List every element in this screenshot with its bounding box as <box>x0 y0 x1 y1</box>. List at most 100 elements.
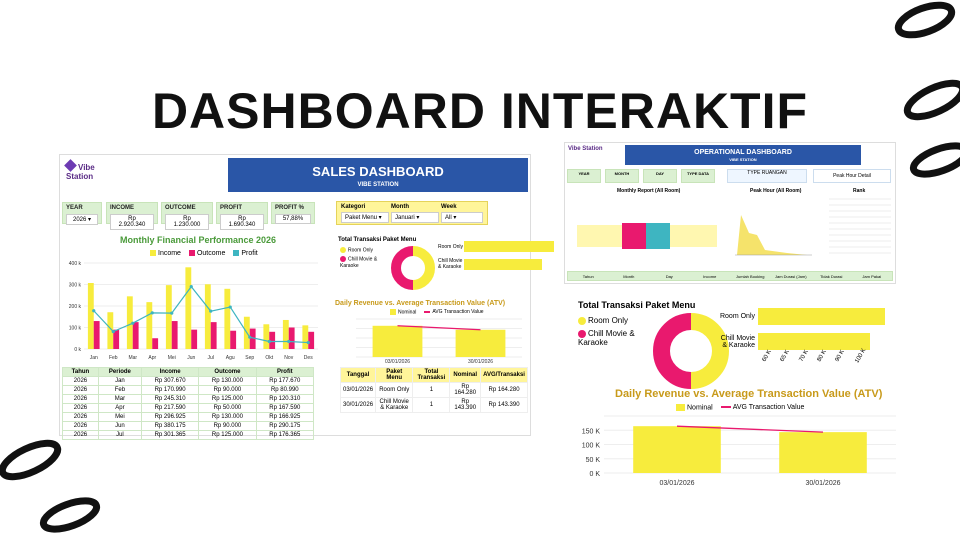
y-tick-label: 0 k <box>74 347 81 353</box>
y-tick-label: 50 K <box>586 457 601 464</box>
table-cell: Rp 90.000 <box>198 385 257 395</box>
table-cell: Rp 296.925 <box>140 412 200 422</box>
y-tick-label: 200 k <box>69 304 82 310</box>
profit-point <box>92 309 96 313</box>
x-tick-label: Sep <box>245 355 254 361</box>
donut-slice <box>412 246 435 290</box>
table-cell: 2026 <box>62 412 99 422</box>
table-cell: 03/01/2026 <box>339 382 377 398</box>
profit-point <box>131 321 135 325</box>
year-label: YEAR <box>66 205 83 211</box>
operational-dashboard-panel: Vibe Station OPERATIONAL DASHBOARD VIBE … <box>565 143 895 283</box>
atv-small-chart: 03/01/2026 30/01/2026 <box>356 318 522 365</box>
ops-table-header: Tahun <box>582 274 594 279</box>
table-cell: 2026 <box>62 385 99 395</box>
x-tick-label: Jun <box>187 355 195 361</box>
x-tick-label: Mar <box>128 355 137 361</box>
profit-label: PROFIT <box>220 205 242 211</box>
logo-icon <box>64 159 77 172</box>
ops-type-ruangan[interactable]: TYPE RUANGAN <box>727 169 807 183</box>
income-bar <box>204 284 211 349</box>
table-cell: 1 <box>412 397 451 413</box>
year-card[interactable]: YEAR 2026 ▾ <box>62 202 102 225</box>
table-cell: Rp 177.670 <box>255 376 315 386</box>
table-cell: Chill Movie & Karaoke <box>375 397 414 413</box>
profit-point <box>228 305 232 309</box>
hbar-small: Room Only Chill Movie & Karaoke <box>438 241 554 270</box>
income-bar <box>224 288 231 349</box>
income-card: INCOME Rp 2.920.340 <box>106 202 158 230</box>
y-tick-label: 0 K <box>589 471 600 478</box>
ops-peak-hour-title: Peak Hour (All Room) <box>750 188 802 194</box>
income-bar <box>263 324 270 349</box>
table-row: 2026 Jun Rp 380.175 Rp 90.000 Rp 290.175 <box>62 421 315 431</box>
ops-filter-card[interactable]: YEAR <box>567 169 601 183</box>
table-row: 2026 Feb Rp 170.990 Rp 90.000 Rp 80.990 <box>62 385 315 395</box>
ops-table-header: Tidak Durasi <box>820 274 843 279</box>
x-tick-label: Nov <box>284 355 293 361</box>
ops-table-header: Jam Durasi (Jam) <box>774 274 807 279</box>
ops-filter-card[interactable]: DAY <box>643 169 677 183</box>
year-select[interactable]: 2026 ▾ <box>66 214 98 225</box>
outcome-bar <box>230 330 237 349</box>
y-tick-label: 400 k <box>69 261 82 267</box>
donut-small-title: Total Transaksi Paket Menu <box>338 237 417 243</box>
table-cell: Rp 80.990 <box>255 385 315 395</box>
table-cell: Rp 143.390 <box>480 397 528 413</box>
ops-rank-table <box>829 198 891 254</box>
table-cell: Rp 290.175 <box>255 421 315 431</box>
outcome-card: OUTCOME Rp 1.230.000 <box>161 202 213 230</box>
kategori-select[interactable]: Paket Menu ▾ <box>341 212 389 223</box>
monthly-chart-title: Monthly Financial Performance 2026 <box>120 235 277 245</box>
hbar-ticks: 60 K 65 K 70 K 80 K 90 K 100 K <box>761 348 885 365</box>
profit-point <box>150 311 154 315</box>
hbar-tick-label: 80 K <box>816 349 828 363</box>
table-header: Tahun <box>62 367 99 377</box>
table-cell: Jul <box>97 430 142 440</box>
table-header: Income <box>140 367 200 377</box>
table-cell: Rp 176.365 <box>255 430 315 440</box>
table-cell: Apr <box>97 403 142 413</box>
hbar-tick-label: 90 K <box>834 349 847 363</box>
ops-filter-card[interactable]: MONTH <box>605 169 639 183</box>
ops-logo: Vibe Station <box>568 146 603 152</box>
sales-header-subtitle: VIBE STATION <box>357 182 399 188</box>
x-tick-label: Jul <box>208 355 214 361</box>
x-tick-label: 03/01/2026 <box>385 359 410 365</box>
atv-small-title: Daily Revenue vs. Average Transaction Va… <box>335 300 506 307</box>
profit-point <box>111 329 115 334</box>
kategori-label: Kategori <box>341 204 366 210</box>
ops-rank-title: Rank <box>853 188 866 194</box>
sales-header-title: SALES DASHBOARD <box>312 164 444 179</box>
month-select[interactable]: Januari ▾ <box>391 212 439 223</box>
table-cell: Rp 130.000 <box>198 412 257 422</box>
table-row: 2026 Apr Rp 217.590 Rp 50.000 Rp 167.590 <box>62 403 315 413</box>
table-cell: Rp 380.175 <box>140 421 200 431</box>
profit-percent-label: PROFIT % <box>275 205 305 211</box>
table-row: 2026 Mei Rp 296.925 Rp 130.000 Rp 166.925 <box>62 412 315 422</box>
table-cell: 2026 <box>62 394 99 404</box>
hbar-chill-movie <box>758 333 870 350</box>
week-select[interactable]: All ▾ <box>441 212 483 223</box>
income-bar <box>282 319 289 349</box>
ops-filter-card[interactable]: TYPE DATA <box>681 169 715 183</box>
outcome-bar <box>171 321 178 349</box>
table-cell: Rp 167.590 <box>255 403 315 413</box>
x-tick-label: Des <box>304 355 313 361</box>
table-header: Periode <box>97 367 142 377</box>
zoom-atv-title: Daily Revenue vs. Average Transaction Va… <box>615 388 883 400</box>
income-bar <box>87 282 94 349</box>
y-tick-label: 100 K <box>582 443 601 450</box>
hbar-tick-label: 70 K <box>798 349 810 363</box>
nominal-bar <box>372 325 423 357</box>
ops-peak-hour-chart <box>735 215 812 256</box>
ops-filter-cards: YEAR MONTH DAY TYPE DATA <box>567 169 715 183</box>
donut-slice <box>690 313 729 389</box>
profit-percent-card: PROFIT % 57,88% <box>271 202 315 224</box>
table-header: Paket Menu <box>375 367 414 383</box>
nominal-bar <box>633 426 721 473</box>
table-cell: Jun <box>97 421 142 431</box>
donut-small-legend: Room Only Chill Movie & Karaoke <box>340 247 378 269</box>
table-header: AVG/Transaksi <box>480 367 528 383</box>
table-cell: 1 <box>412 382 451 398</box>
